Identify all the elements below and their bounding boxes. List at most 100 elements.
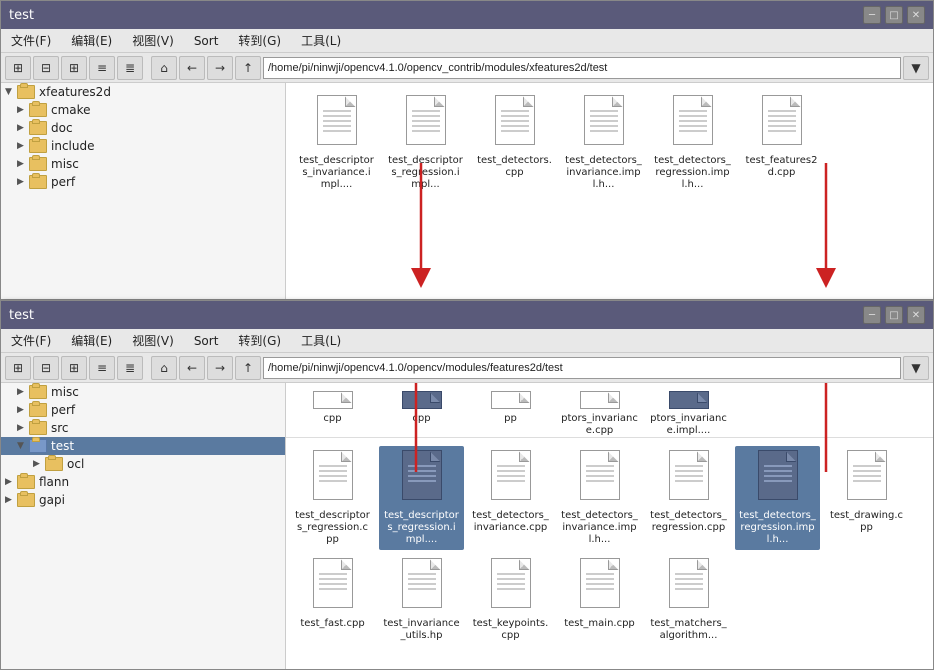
menu-sort-2[interactable]: Sort: [190, 332, 223, 350]
paper-2-12: [669, 558, 709, 608]
minimize-btn-2[interactable]: ─: [863, 306, 881, 324]
menu-bar-2: 文件(F) 编辑(E) 视图(V) Sort 转到(G) 工具(L): [1, 329, 933, 353]
btn-panel-1[interactable]: ⊞: [5, 56, 31, 80]
file-test-detectors-cpp[interactable]: test_detectors.cpp: [472, 91, 557, 195]
file-2-10[interactable]: test_keypoints.cpp: [468, 554, 553, 646]
menu-view-2[interactable]: 视图(V): [128, 330, 178, 351]
paper-2-3: [491, 450, 531, 500]
file-icon-p1: [309, 391, 357, 411]
tree-cmake[interactable]: ▶ cmake: [1, 101, 285, 119]
tree-doc[interactable]: ▶ doc: [1, 119, 285, 137]
title-bar-1: test ─ □ ✕: [1, 1, 933, 29]
menu-tools-1[interactable]: 工具(L): [297, 30, 345, 51]
lines-2: [412, 110, 440, 135]
paper-p2: [402, 391, 442, 409]
file-partial-3[interactable]: pp: [468, 387, 553, 438]
btn-detail-2[interactable]: ≣: [117, 356, 143, 380]
file-2-9[interactable]: test_invariance_utils.hp: [379, 554, 464, 646]
paper-p3: [491, 391, 531, 409]
menu-file-1[interactable]: 文件(F): [7, 30, 55, 51]
menu-goto-1[interactable]: 转到(G): [234, 30, 285, 51]
tree-misc[interactable]: ▶ misc: [1, 155, 285, 173]
btn-back-1[interactable]: ←: [179, 56, 205, 80]
tree-src-2[interactable]: ▶ src: [1, 419, 285, 437]
tree-xfeatures2d[interactable]: ▼ xfeatures2d: [1, 83, 285, 101]
tree-test-2[interactable]: ▼ test: [1, 437, 285, 455]
menu-edit-2[interactable]: 编辑(E): [67, 330, 116, 351]
menu-file-2[interactable]: 文件(F): [7, 330, 55, 351]
btn-back-2[interactable]: ←: [179, 356, 205, 380]
toolbar-1: ⊞ ⊟ ⊞ ≡ ≣ ⌂ ← → ↑ ▼: [1, 53, 933, 83]
close-btn-1[interactable]: ✕: [907, 6, 925, 24]
file-label-6: test_features2d.cpp: [743, 155, 820, 179]
address-bar-2[interactable]: [263, 357, 901, 379]
file-label-p4: ptors_invariance.cpp: [561, 413, 638, 437]
btn-grid-1[interactable]: ⊞: [61, 56, 87, 80]
btn-grid-2[interactable]: ⊞: [61, 356, 87, 380]
btn-up-2[interactable]: ↑: [235, 356, 261, 380]
close-btn-2[interactable]: ✕: [907, 306, 925, 324]
file-2-5[interactable]: test_detectors_regression.cpp: [646, 446, 731, 550]
menu-view-1[interactable]: 视图(V): [128, 30, 178, 51]
file-test-detectors-regression-impl[interactable]: test_detectors_regression.impl.h...: [650, 91, 735, 195]
folder-icon-doc: [29, 121, 47, 135]
file-icon-2-12: [665, 558, 713, 616]
file-test-descriptors-regression-impl[interactable]: test_descriptors_regression.impl...: [383, 91, 468, 195]
arrow-misc: ▶: [17, 159, 29, 169]
arrow-include: ▶: [17, 141, 29, 151]
file-test-descriptors-invariance-impl[interactable]: test_descriptors_invariance.impl....: [294, 91, 379, 195]
file-icon-2-11: [576, 558, 624, 616]
file-partial-5[interactable]: ptors_invariance.impl....: [646, 387, 731, 438]
menu-edit-1[interactable]: 编辑(E): [67, 30, 116, 51]
file-2-12[interactable]: test_matchers_algorithm...: [646, 554, 731, 646]
tree-include[interactable]: ▶ include: [1, 137, 285, 155]
file-2-3[interactable]: test_detectors_invariance.cpp: [468, 446, 553, 550]
btn-home-1[interactable]: ⌂: [151, 56, 177, 80]
btn-list-2[interactable]: ≡: [89, 356, 115, 380]
tree-misc-2[interactable]: ▶ misc: [1, 383, 285, 401]
btn-fwd-1[interactable]: →: [207, 56, 233, 80]
file-2-11[interactable]: test_main.cpp: [557, 554, 642, 646]
tree-flann-2[interactable]: ▶ flann: [1, 473, 285, 491]
btn-panel-2[interactable]: ⊞: [5, 356, 31, 380]
label-misc-2: misc: [51, 385, 79, 399]
file-test-features2d-cpp[interactable]: test_features2d.cpp: [739, 91, 824, 195]
address-bar-1[interactable]: [263, 57, 901, 79]
file-partial-2[interactable]: cpp: [379, 387, 464, 438]
file-2-1[interactable]: test_descriptors_regression.cpp: [290, 446, 375, 550]
maximize-btn-2[interactable]: □: [885, 306, 903, 324]
file-2-6[interactable]: test_detectors_regression.impl.h...: [735, 446, 820, 550]
file-icon-2-7: [843, 450, 891, 508]
btn-fwd-2[interactable]: →: [207, 356, 233, 380]
paper-2: [406, 95, 446, 145]
lines-2-7: [853, 465, 881, 485]
file-2-7[interactable]: test_drawing.cpp: [824, 446, 909, 550]
window-title-2: test: [9, 308, 34, 323]
file-partial-4[interactable]: ptors_invariance.cpp: [557, 387, 642, 438]
file-2-4[interactable]: test_detectors_invariance.impl.h...: [557, 446, 642, 550]
btn-icons-1[interactable]: ⊟: [33, 56, 59, 80]
tree-perf[interactable]: ▶ perf: [1, 173, 285, 191]
btn-home-2[interactable]: ⌂: [151, 356, 177, 380]
btn-list-1[interactable]: ≡: [89, 56, 115, 80]
file-label-5: test_detectors_regression.impl.h...: [654, 155, 731, 191]
arrow-doc: ▶: [17, 123, 29, 133]
btn-detail-1[interactable]: ≣: [117, 56, 143, 80]
tree-perf-2[interactable]: ▶ perf: [1, 401, 285, 419]
file-icon-2-5: [665, 450, 713, 508]
maximize-btn-1[interactable]: □: [885, 6, 903, 24]
menu-tools-2[interactable]: 工具(L): [297, 330, 345, 351]
file-2-8[interactable]: test_fast.cpp: [290, 554, 375, 646]
minimize-btn-1[interactable]: ─: [863, 6, 881, 24]
menu-goto-2[interactable]: 转到(G): [234, 330, 285, 351]
tree-ocl-2[interactable]: ▶ ocl: [1, 455, 285, 473]
file-2-2[interactable]: test_descriptors_regression.impl....: [379, 446, 464, 550]
menu-sort-1[interactable]: Sort: [190, 32, 223, 50]
btn-go-1[interactable]: ▼: [903, 56, 929, 80]
btn-up-1[interactable]: ↑: [235, 56, 261, 80]
btn-icons-2[interactable]: ⊟: [33, 356, 59, 380]
file-partial-1[interactable]: cpp: [290, 387, 375, 438]
btn-go-2[interactable]: ▼: [903, 356, 929, 380]
tree-gapi-2[interactable]: ▶ gapi: [1, 491, 285, 509]
file-test-detectors-invariance-impl[interactable]: test_detectors_invariance.impl.h...: [561, 91, 646, 195]
